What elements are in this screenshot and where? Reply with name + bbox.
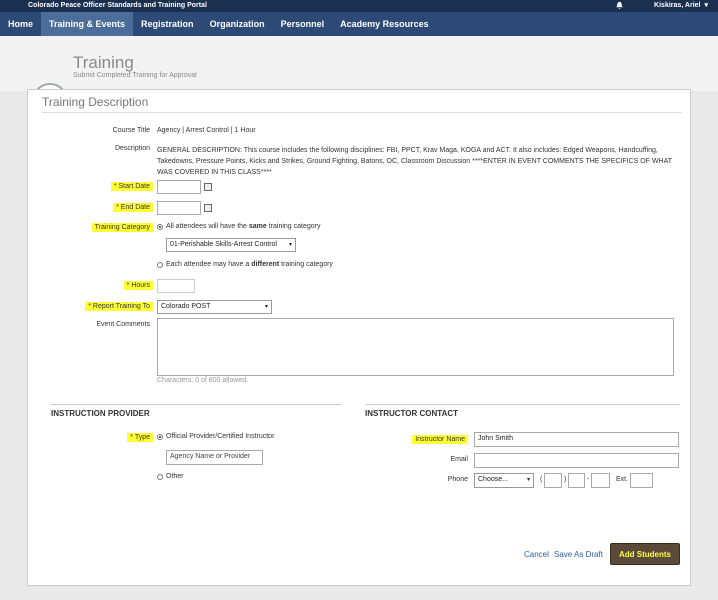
instructor-name-label: Instructor Name — [412, 435, 468, 444]
paren-close: ) — [564, 476, 567, 483]
nav-training-events[interactable]: Training & Events — [41, 12, 134, 36]
description-label: Description — [114, 145, 150, 152]
dash: - — [587, 476, 590, 483]
course-title-label: Course Title — [112, 127, 150, 134]
category-different-radio[interactable] — [157, 262, 163, 268]
calendar-icon[interactable] — [204, 204, 212, 212]
category-different-label: Each attendee may have a different train… — [166, 261, 333, 268]
chevron-down-icon: ▾ — [526, 477, 530, 483]
email-label: Email — [450, 456, 468, 463]
type-label: * Type — [127, 433, 153, 442]
training-category-label: Training Category — [91, 223, 153, 232]
top-bar: Colorado Peace Officer Standards and Tra… — [0, 0, 718, 12]
user-name: Kiskiras, Ariel — [654, 1, 701, 9]
start-date-label: * Start Date — [110, 182, 153, 191]
divider — [365, 404, 680, 405]
phone-prefix-input[interactable] — [568, 473, 585, 488]
divider — [51, 404, 341, 405]
chevron-down-icon: ▾ — [704, 2, 708, 9]
event-comments-textarea[interactable] — [157, 318, 674, 376]
phone-line-input[interactable] — [591, 473, 610, 488]
agency-name-input[interactable]: Agency Name or Provider — [166, 450, 263, 465]
email-input[interactable] — [474, 453, 679, 468]
end-date-label: * End Date — [113, 203, 153, 212]
phone-ext-input[interactable] — [630, 473, 653, 488]
description-value: GENERAL DESCRIPTION: This course include… — [157, 147, 672, 176]
divider — [42, 112, 682, 113]
page-title: Training — [73, 53, 134, 72]
category-same-radio[interactable] — [157, 224, 163, 230]
save-draft-link[interactable]: Save As Draft — [554, 550, 603, 559]
nav-home[interactable]: Home — [0, 12, 41, 36]
provider-other-label: Other — [166, 473, 184, 480]
provider-other-radio[interactable] — [157, 474, 163, 480]
instructor-name-input[interactable]: John Smith — [474, 432, 679, 447]
report-training-label: * Report Training To — [85, 302, 153, 311]
main-nav: Home Training & Events Registration Orga… — [0, 12, 718, 36]
user-menu[interactable]: Kiskiras, Ariel ▾ — [654, 1, 708, 10]
portal-name: Colorado Peace Officer Standards and Tra… — [28, 2, 207, 9]
characters-counter: Characters: 0 of 800 allowed. — [157, 377, 249, 384]
category-same-label: All attendees will have the same trainin… — [166, 223, 321, 230]
nav-registration[interactable]: Registration — [133, 12, 202, 36]
ext-label: Ext. — [615, 476, 628, 483]
instructor-contact-title: INSTRUCTOR CONTACT — [365, 409, 459, 418]
cancel-link[interactable]: Cancel — [524, 550, 549, 559]
hours-label: * Hours — [123, 281, 153, 290]
phone-label: Phone — [447, 476, 468, 483]
calendar-icon[interactable] — [204, 183, 212, 191]
chevron-down-icon: ▾ — [264, 304, 268, 310]
bell-icon[interactable] — [615, 1, 624, 10]
page-subtitle: Submit Completed Training for Approval — [73, 72, 197, 79]
paren-open: ( — [540, 476, 543, 483]
hours-input[interactable] — [157, 279, 195, 293]
provider-official-radio[interactable] — [157, 434, 163, 440]
nav-academy-resources[interactable]: Academy Resources — [332, 12, 437, 36]
course-title-value: Agency | Arrest Control | 1 Hour — [157, 127, 256, 134]
phone-type-select[interactable]: Choose... ▾ — [474, 473, 534, 488]
provider-official-label: Official Provider/Certified Instructor — [166, 433, 275, 440]
event-comments-label: Event Comments — [96, 321, 150, 328]
report-training-select[interactable]: Colorado POST ▾ — [157, 300, 272, 314]
nav-organization[interactable]: Organization — [202, 12, 273, 36]
section-title: Training Description — [42, 95, 149, 109]
category-select[interactable]: 01-Perishable Skills-Arrest Control ▾ — [166, 238, 296, 252]
phone-area-input[interactable] — [544, 473, 562, 488]
start-date-input[interactable] — [157, 180, 201, 194]
end-date-input[interactable] — [157, 201, 201, 215]
add-students-button[interactable]: Add Students — [610, 543, 680, 565]
instruction-provider-title: INSTRUCTION PROVIDER — [51, 409, 150, 418]
chevron-down-icon: ▾ — [288, 242, 292, 248]
nav-personnel[interactable]: Personnel — [273, 12, 333, 36]
